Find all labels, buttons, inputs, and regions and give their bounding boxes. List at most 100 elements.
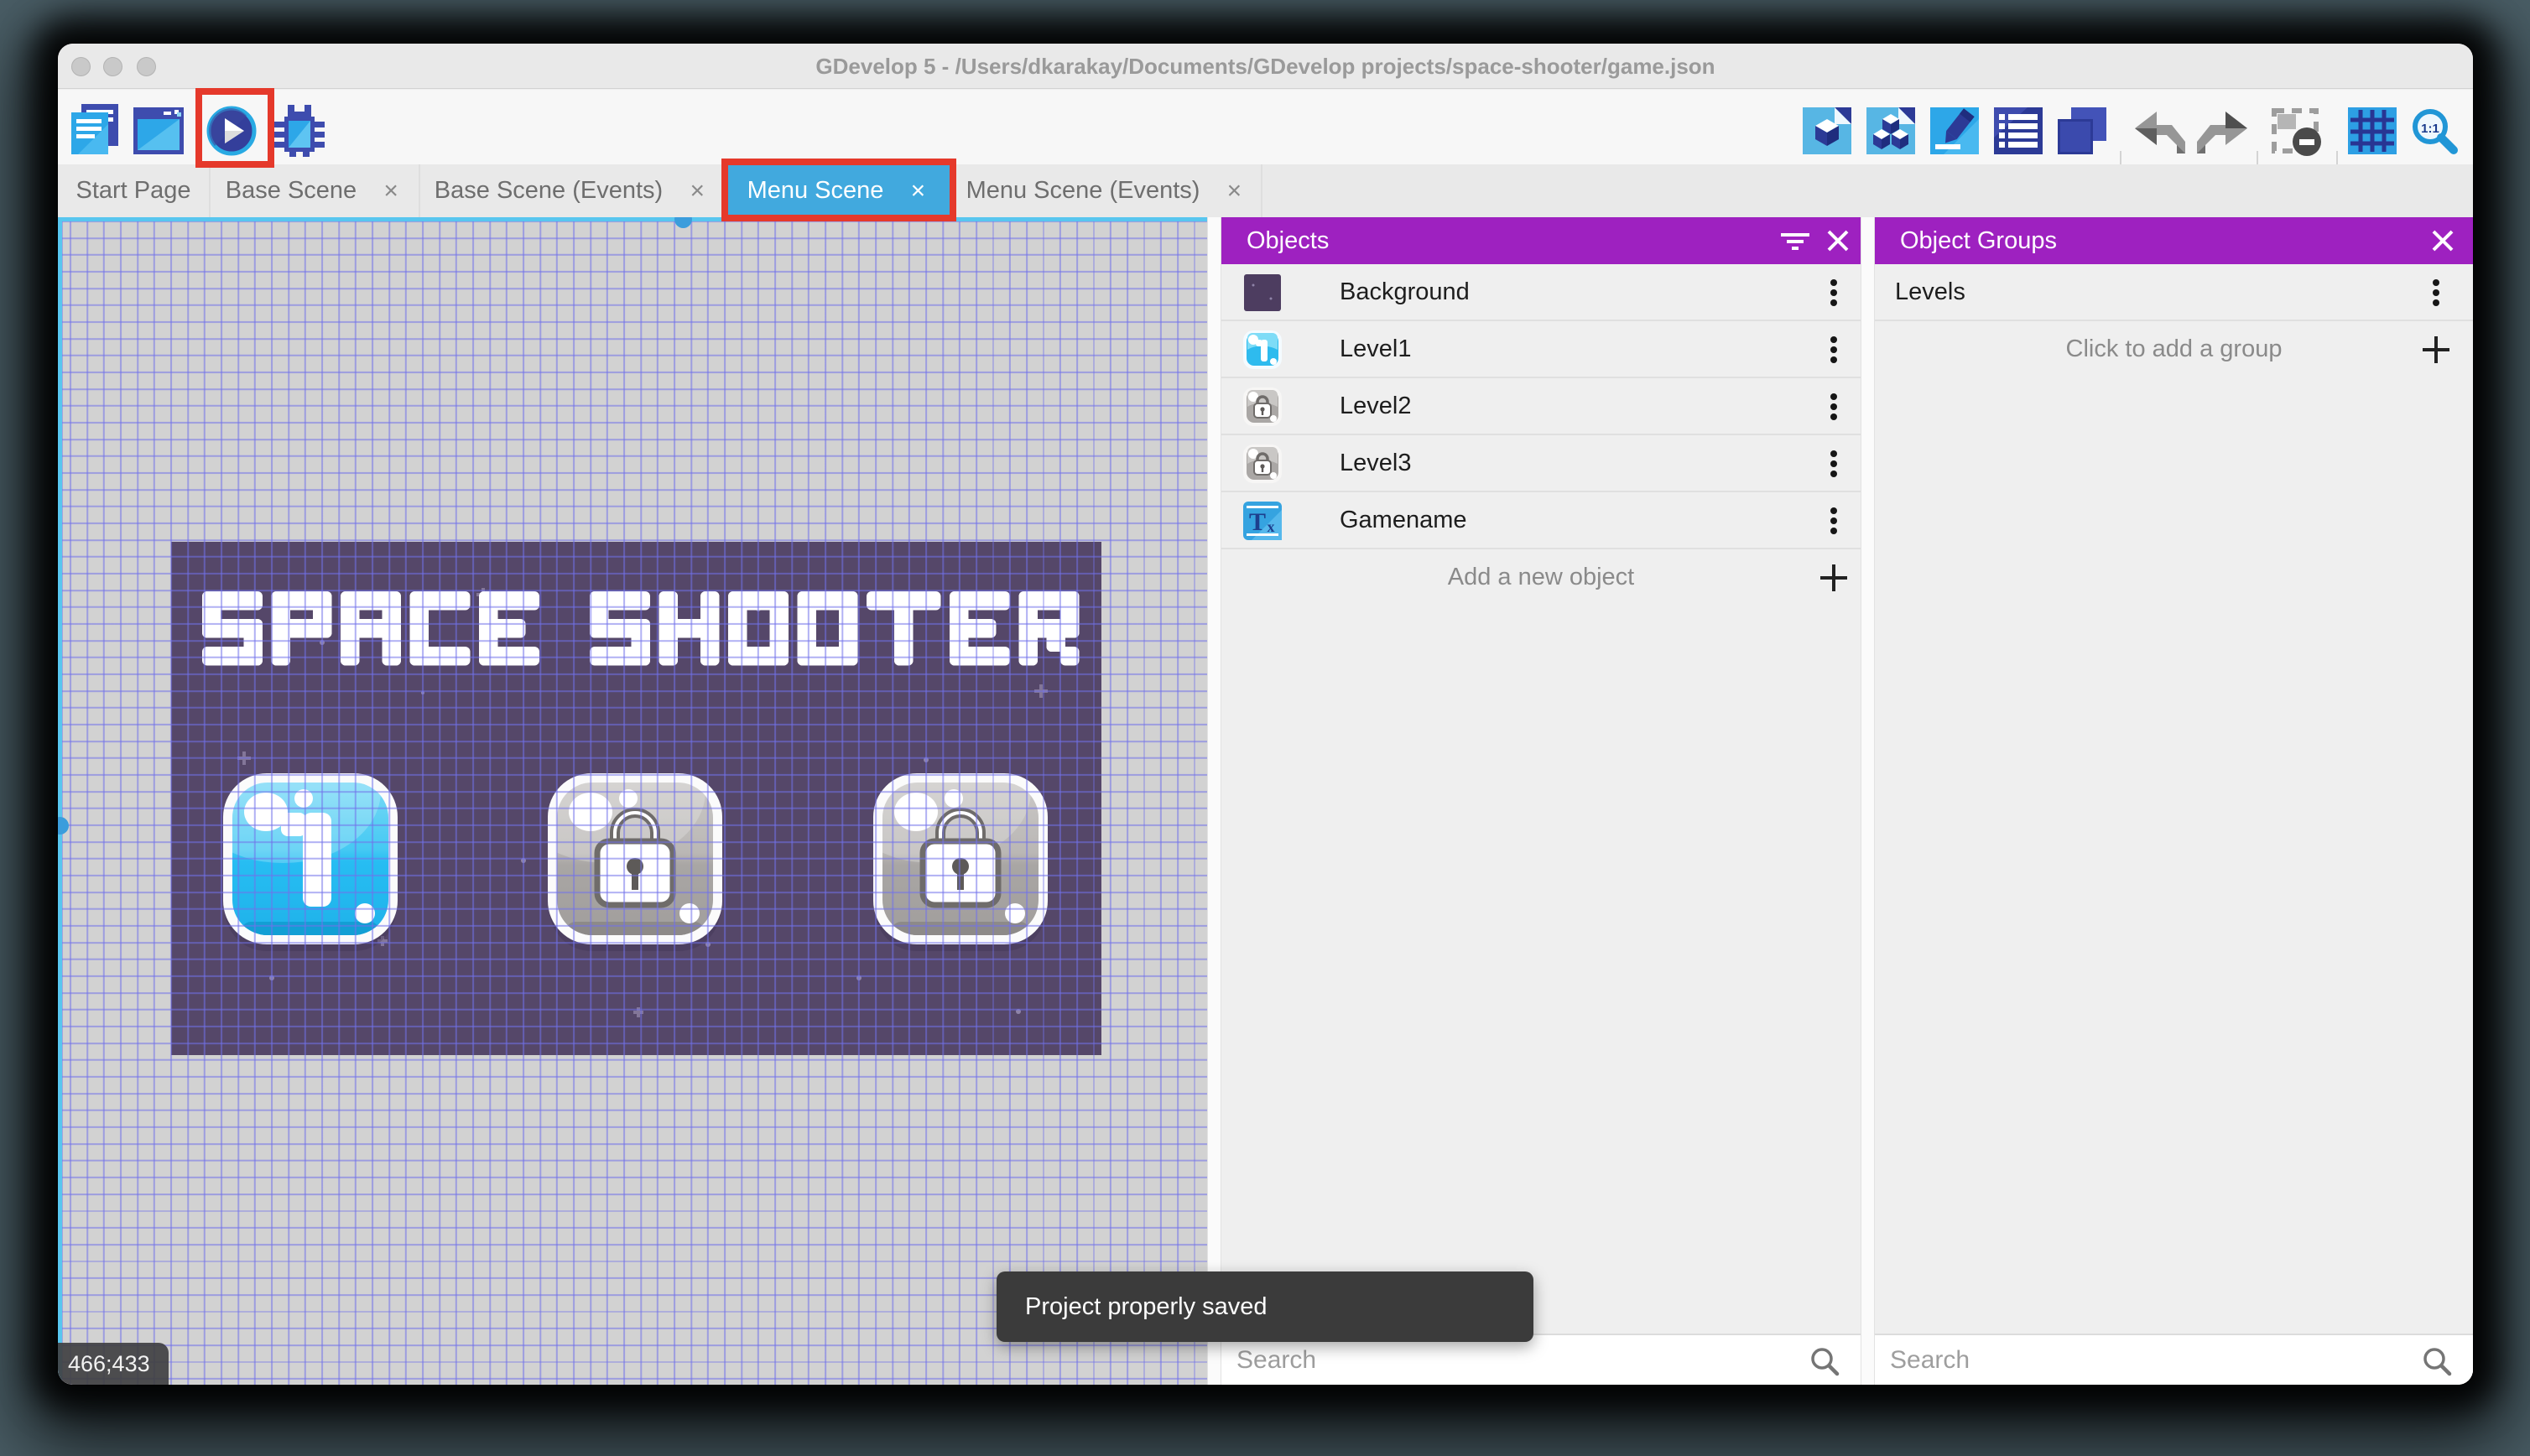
object-menu-kebab-icon[interactable] (1817, 447, 1851, 481)
object-label: Level2 (1340, 393, 1412, 419)
object-label: Gamename (1340, 507, 1467, 533)
objects-search-input[interactable] (1236, 1335, 1684, 1385)
zoom-1-1-icon: 1:1 (2413, 109, 2458, 154)
project-manager-button[interactable] (71, 104, 118, 156)
button-face (232, 783, 388, 935)
close-groups-panel-icon[interactable] (2426, 224, 2460, 257)
toggle-grid-button[interactable] (2348, 107, 2397, 154)
tab-base-scene[interactable]: Base Scene × (211, 164, 420, 217)
level1-button-sprite[interactable] (223, 773, 398, 949)
edit-pencil-icon (1930, 107, 1979, 154)
button-face (557, 783, 713, 935)
redo-button[interactable] (2197, 110, 2249, 153)
scene-canvas[interactable]: 466;433 (58, 217, 1207, 1385)
instances-cubes-icon (1866, 107, 1915, 154)
object-label: Level1 (1340, 335, 1412, 362)
project-manager-icon (71, 104, 118, 154)
save-toast: Project properly saved (997, 1271, 1533, 1342)
object-row-background[interactable]: Background (1221, 264, 1861, 321)
padlock-icon (594, 808, 676, 908)
render-mask-icon (2272, 108, 2321, 156)
svg-text:1:1: 1:1 (2421, 122, 2439, 136)
add-object-plus-icon[interactable] (1817, 561, 1851, 595)
groups-search-input[interactable] (1890, 1335, 2309, 1385)
tab-label: Base Scene (Events) (434, 177, 664, 204)
tab-start-page[interactable]: Start Page (58, 164, 211, 217)
tab-label: Base Scene (225, 177, 357, 204)
titlebar: GDevelop 5 - /Users/dkarakay/Documents/G… (58, 44, 2473, 89)
scene-window-icon (133, 107, 184, 154)
open-events-button[interactable] (1994, 107, 2043, 154)
toggle-mask-button[interactable] (2272, 108, 2322, 157)
group-label: Levels (1895, 278, 1965, 305)
object-row-gamename[interactable]: T x Gamename (1221, 492, 1861, 549)
group-row-levels[interactable]: Levels (1875, 264, 2473, 321)
selection-handle-left[interactable] (58, 817, 69, 835)
object-menu-kebab-icon[interactable] (1817, 333, 1851, 367)
events-list-icon (1994, 107, 2043, 154)
filter-icon[interactable] (1778, 224, 1812, 257)
add-group-row[interactable]: Click to add a group (1875, 321, 2473, 378)
splitter-objects-groups[interactable] (1861, 217, 1875, 1385)
groups-panel-header: Object Groups (1875, 217, 2473, 264)
level3-button-sprite[interactable] (873, 773, 1048, 949)
edit-scene-properties-button[interactable] (1930, 107, 1979, 154)
text-object-icon: T x (1243, 502, 1282, 540)
scene-background-object[interactable] (171, 542, 1101, 1055)
add-object-row[interactable]: Add a new object (1221, 549, 1861, 606)
button-face (882, 783, 1039, 935)
close-tab-icon[interactable]: × (378, 177, 403, 205)
groups-search-row (1875, 1334, 2473, 1385)
layers-button[interactable] (2058, 107, 2106, 154)
tab-base-scene-events[interactable]: Base Scene (Events) × (420, 164, 726, 217)
object-label: Level3 (1340, 450, 1412, 476)
digit-1-glyph (281, 813, 331, 907)
groups-panel-title: Object Groups (1900, 227, 2057, 254)
tab-menu-scene-events[interactable]: Menu Scene (Events) × (952, 164, 1262, 217)
objects-panel-title: Objects (1247, 227, 1330, 254)
gdevelop-window: GDevelop 5 - /Users/dkarakay/Documents/G… (58, 44, 2473, 1385)
selection-edge-top (58, 217, 1207, 221)
splitter-canvas-objects[interactable] (1207, 217, 1221, 1385)
object-groups-panel: Object Groups Levels Click to add a grou… (1875, 217, 2473, 1385)
tab-label: Start Page (75, 177, 191, 204)
close-objects-panel-icon[interactable] (1821, 224, 1855, 257)
add-group-plus-icon[interactable] (2419, 333, 2453, 367)
start-page-button[interactable] (133, 107, 184, 154)
zoom-original-button[interactable]: 1:1 (2410, 107, 2459, 155)
background-swatch-icon (1243, 273, 1282, 312)
object-menu-kebab-icon[interactable] (1817, 504, 1851, 538)
debug-button[interactable] (274, 105, 325, 157)
object-menu-kebab-icon[interactable] (1817, 390, 1851, 424)
window-title: GDevelop 5 - /Users/dkarakay/Documents/G… (815, 54, 1715, 79)
debug-bug-icon (274, 105, 325, 157)
object-row-level1[interactable]: Level1 (1221, 321, 1861, 378)
group-menu-kebab-icon[interactable] (2419, 276, 2453, 309)
selection-handle-top[interactable] (674, 217, 692, 228)
tab-bar: Start Page Base Scene × Base Scene (Even… (58, 164, 2473, 217)
undo-button[interactable] (2133, 110, 2185, 153)
instances-button[interactable] (1866, 107, 1915, 154)
add-object-label: Add a new object (1447, 564, 1635, 590)
object-menu-kebab-icon[interactable] (1817, 276, 1851, 309)
annotation-box-menu-scene-tab (721, 159, 956, 221)
svg-text:x: x (1268, 518, 1275, 535)
layers-icon (2058, 107, 2106, 154)
search-icon[interactable] (2421, 1345, 2453, 1377)
open-project-manager-button[interactable] (1803, 107, 1851, 154)
padlock-icon (919, 808, 1002, 908)
add-group-label: Click to add a group (2065, 335, 2283, 362)
level2-button-sprite[interactable] (548, 773, 722, 949)
scene-title-space-shooter (202, 591, 1080, 666)
object-row-level3[interactable]: Level3 (1221, 435, 1861, 492)
tab-label: Menu Scene (Events) (966, 177, 1200, 204)
selection-edge-left (58, 217, 62, 1385)
toolbar: 1:1 (58, 90, 2473, 198)
close-tab-icon[interactable]: × (1221, 177, 1247, 205)
search-icon[interactable] (1809, 1345, 1840, 1377)
object-row-level2[interactable]: Level2 (1221, 378, 1861, 435)
level1-button-icon (1243, 330, 1282, 369)
object-label: Background (1340, 278, 1470, 305)
redo-arrow-icon (2197, 112, 2247, 153)
close-tab-icon[interactable]: × (685, 177, 710, 205)
